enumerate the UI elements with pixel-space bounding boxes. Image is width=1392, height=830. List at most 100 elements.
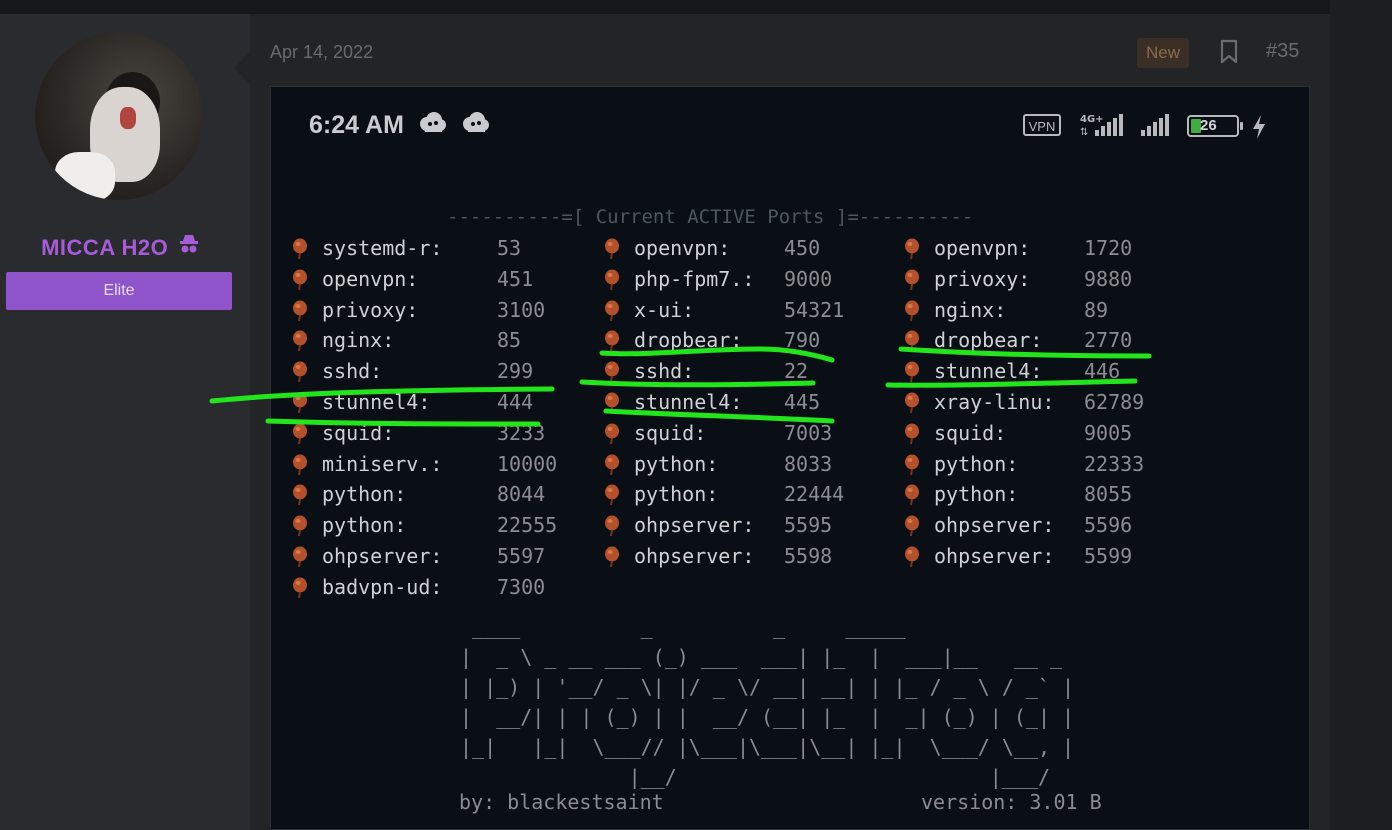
- post-number-link[interactable]: #35: [1266, 40, 1299, 63]
- pin-icon: [290, 238, 310, 260]
- port-number: 62789: [1084, 390, 1145, 414]
- process-name: python:: [322, 482, 407, 507]
- username[interactable]: MICCA H2O: [0, 233, 240, 261]
- process-name: python:: [634, 451, 719, 476]
- port-number: 9000: [784, 266, 833, 291]
- pin-icon: [902, 454, 922, 476]
- post-pointer-arrow: [234, 52, 250, 84]
- pin-icon: [602, 238, 622, 260]
- port-number: 7003: [784, 420, 833, 445]
- port-row: dropbear: 2770: [902, 325, 1174, 355]
- port-number: 7300: [497, 574, 546, 599]
- cloud-icon-2: [460, 111, 490, 142]
- process-name: stunnel4:: [934, 359, 1043, 384]
- process-name: privoxy:: [322, 297, 419, 322]
- port-number: 8033: [784, 451, 833, 476]
- charging-bolt-icon: [1251, 114, 1267, 145]
- port-row: squid: 7003: [602, 418, 874, 448]
- port-number: 89: [1084, 297, 1109, 322]
- port-row: python: 8044: [290, 479, 587, 509]
- pin-icon: [902, 392, 922, 414]
- process-name: openvpn:: [322, 266, 419, 291]
- port-row: openvpn: 1720: [902, 233, 1174, 263]
- pin-icon: [602, 300, 622, 322]
- ports-header: ----------=[ Current ACTIVE Ports ]=----…: [447, 206, 974, 228]
- port-number: 54321: [784, 297, 845, 322]
- port-row: dropbear: 790: [602, 325, 874, 355]
- port-row: stunnel4: 446: [902, 356, 1174, 386]
- port-number: 22444: [784, 482, 845, 507]
- port-row: x-ui: 54321: [602, 295, 874, 325]
- avatar[interactable]: [35, 32, 203, 200]
- status-bar-time: 6:24 AM: [309, 111, 490, 142]
- process-name: stunnel4:: [322, 390, 431, 414]
- bookmark-icon[interactable]: [1219, 39, 1239, 65]
- process-name: badvpn-ud:: [322, 574, 443, 599]
- port-number: 5598: [784, 544, 833, 568]
- port-number: 451: [497, 266, 534, 291]
- pin-icon: [902, 361, 922, 383]
- ascii-art-line: |__/ |___/: [460, 765, 1051, 789]
- battery-level: 26: [1200, 117, 1217, 134]
- port-number: 9005: [1084, 420, 1133, 445]
- port-number: 444: [497, 390, 534, 414]
- pin-icon: [602, 515, 622, 537]
- port-row: badvpn-ud: 7300: [290, 572, 587, 602]
- process-name: python:: [322, 513, 407, 538]
- process-name: squid:: [934, 420, 1007, 445]
- process-name: nginx:: [934, 297, 1007, 322]
- port-number: 1720: [1084, 236, 1133, 260]
- ascii-art-line: | _ \ _ __ ___ (_) ___ ___| |_ | ___|__ …: [460, 645, 1063, 669]
- port-number: 10000: [497, 451, 558, 476]
- port-row: openvpn: 450: [602, 233, 874, 263]
- process-name: ohpserver:: [322, 544, 443, 568]
- port-row: ohpserver: 5599: [902, 541, 1174, 571]
- port-number: 5599: [1084, 544, 1133, 568]
- port-row: ohpserver: 5596: [902, 510, 1174, 540]
- process-name: python:: [634, 482, 719, 507]
- port-number: 2770: [1084, 328, 1133, 353]
- pin-icon: [902, 484, 922, 506]
- pin-icon: [602, 330, 622, 352]
- pin-icon: [902, 330, 922, 352]
- port-row: xray-linu: 62789: [902, 387, 1174, 417]
- signal-icon-4g: 4G+ ⇅: [1080, 112, 1130, 143]
- port-row: sshd: 299: [290, 356, 587, 386]
- port-number: 53: [497, 236, 522, 260]
- port-row: ohpserver: 5598: [602, 541, 874, 571]
- pin-icon: [602, 269, 622, 291]
- pin-icon: [602, 361, 622, 383]
- port-row: squid: 9005: [902, 418, 1174, 448]
- post-date[interactable]: Apr 14, 2022: [270, 42, 373, 63]
- status-time-text: 6:24 AM: [309, 111, 404, 140]
- port-row: squid: 3233: [290, 418, 587, 448]
- port-row: openvpn: 451: [290, 264, 587, 294]
- username-text[interactable]: MICCA H2O: [41, 235, 168, 260]
- pin-icon: [602, 392, 622, 414]
- pin-icon: [902, 269, 922, 291]
- port-number: 5596: [1084, 513, 1133, 538]
- cloud-icon: [417, 111, 447, 142]
- process-name: squid:: [634, 420, 707, 445]
- process-name: ohpserver:: [934, 544, 1055, 568]
- pin-icon: [902, 423, 922, 445]
- process-name: squid:: [322, 420, 395, 445]
- port-number: 5595: [784, 513, 833, 538]
- signal-icon: [1140, 112, 1176, 143]
- port-number: 8055: [1084, 482, 1133, 507]
- process-name: dropbear:: [934, 328, 1043, 353]
- pin-icon: [602, 484, 622, 506]
- pin-icon: [902, 515, 922, 537]
- port-number: 5597: [497, 544, 546, 568]
- port-number: 3100: [497, 297, 546, 322]
- pin-icon: [902, 238, 922, 260]
- top-bar: [0, 0, 1392, 14]
- vpn-indicator: VPN: [1023, 114, 1061, 136]
- pin-icon: [290, 392, 310, 414]
- port-row: privoxy: 9880: [902, 264, 1174, 294]
- port-row: miniserv.: 10000: [290, 449, 587, 479]
- port-number: 445: [784, 390, 821, 414]
- process-name: ohpserver:: [934, 513, 1055, 538]
- process-name: openvpn:: [634, 236, 731, 260]
- battery-icon: 26: [1187, 115, 1243, 137]
